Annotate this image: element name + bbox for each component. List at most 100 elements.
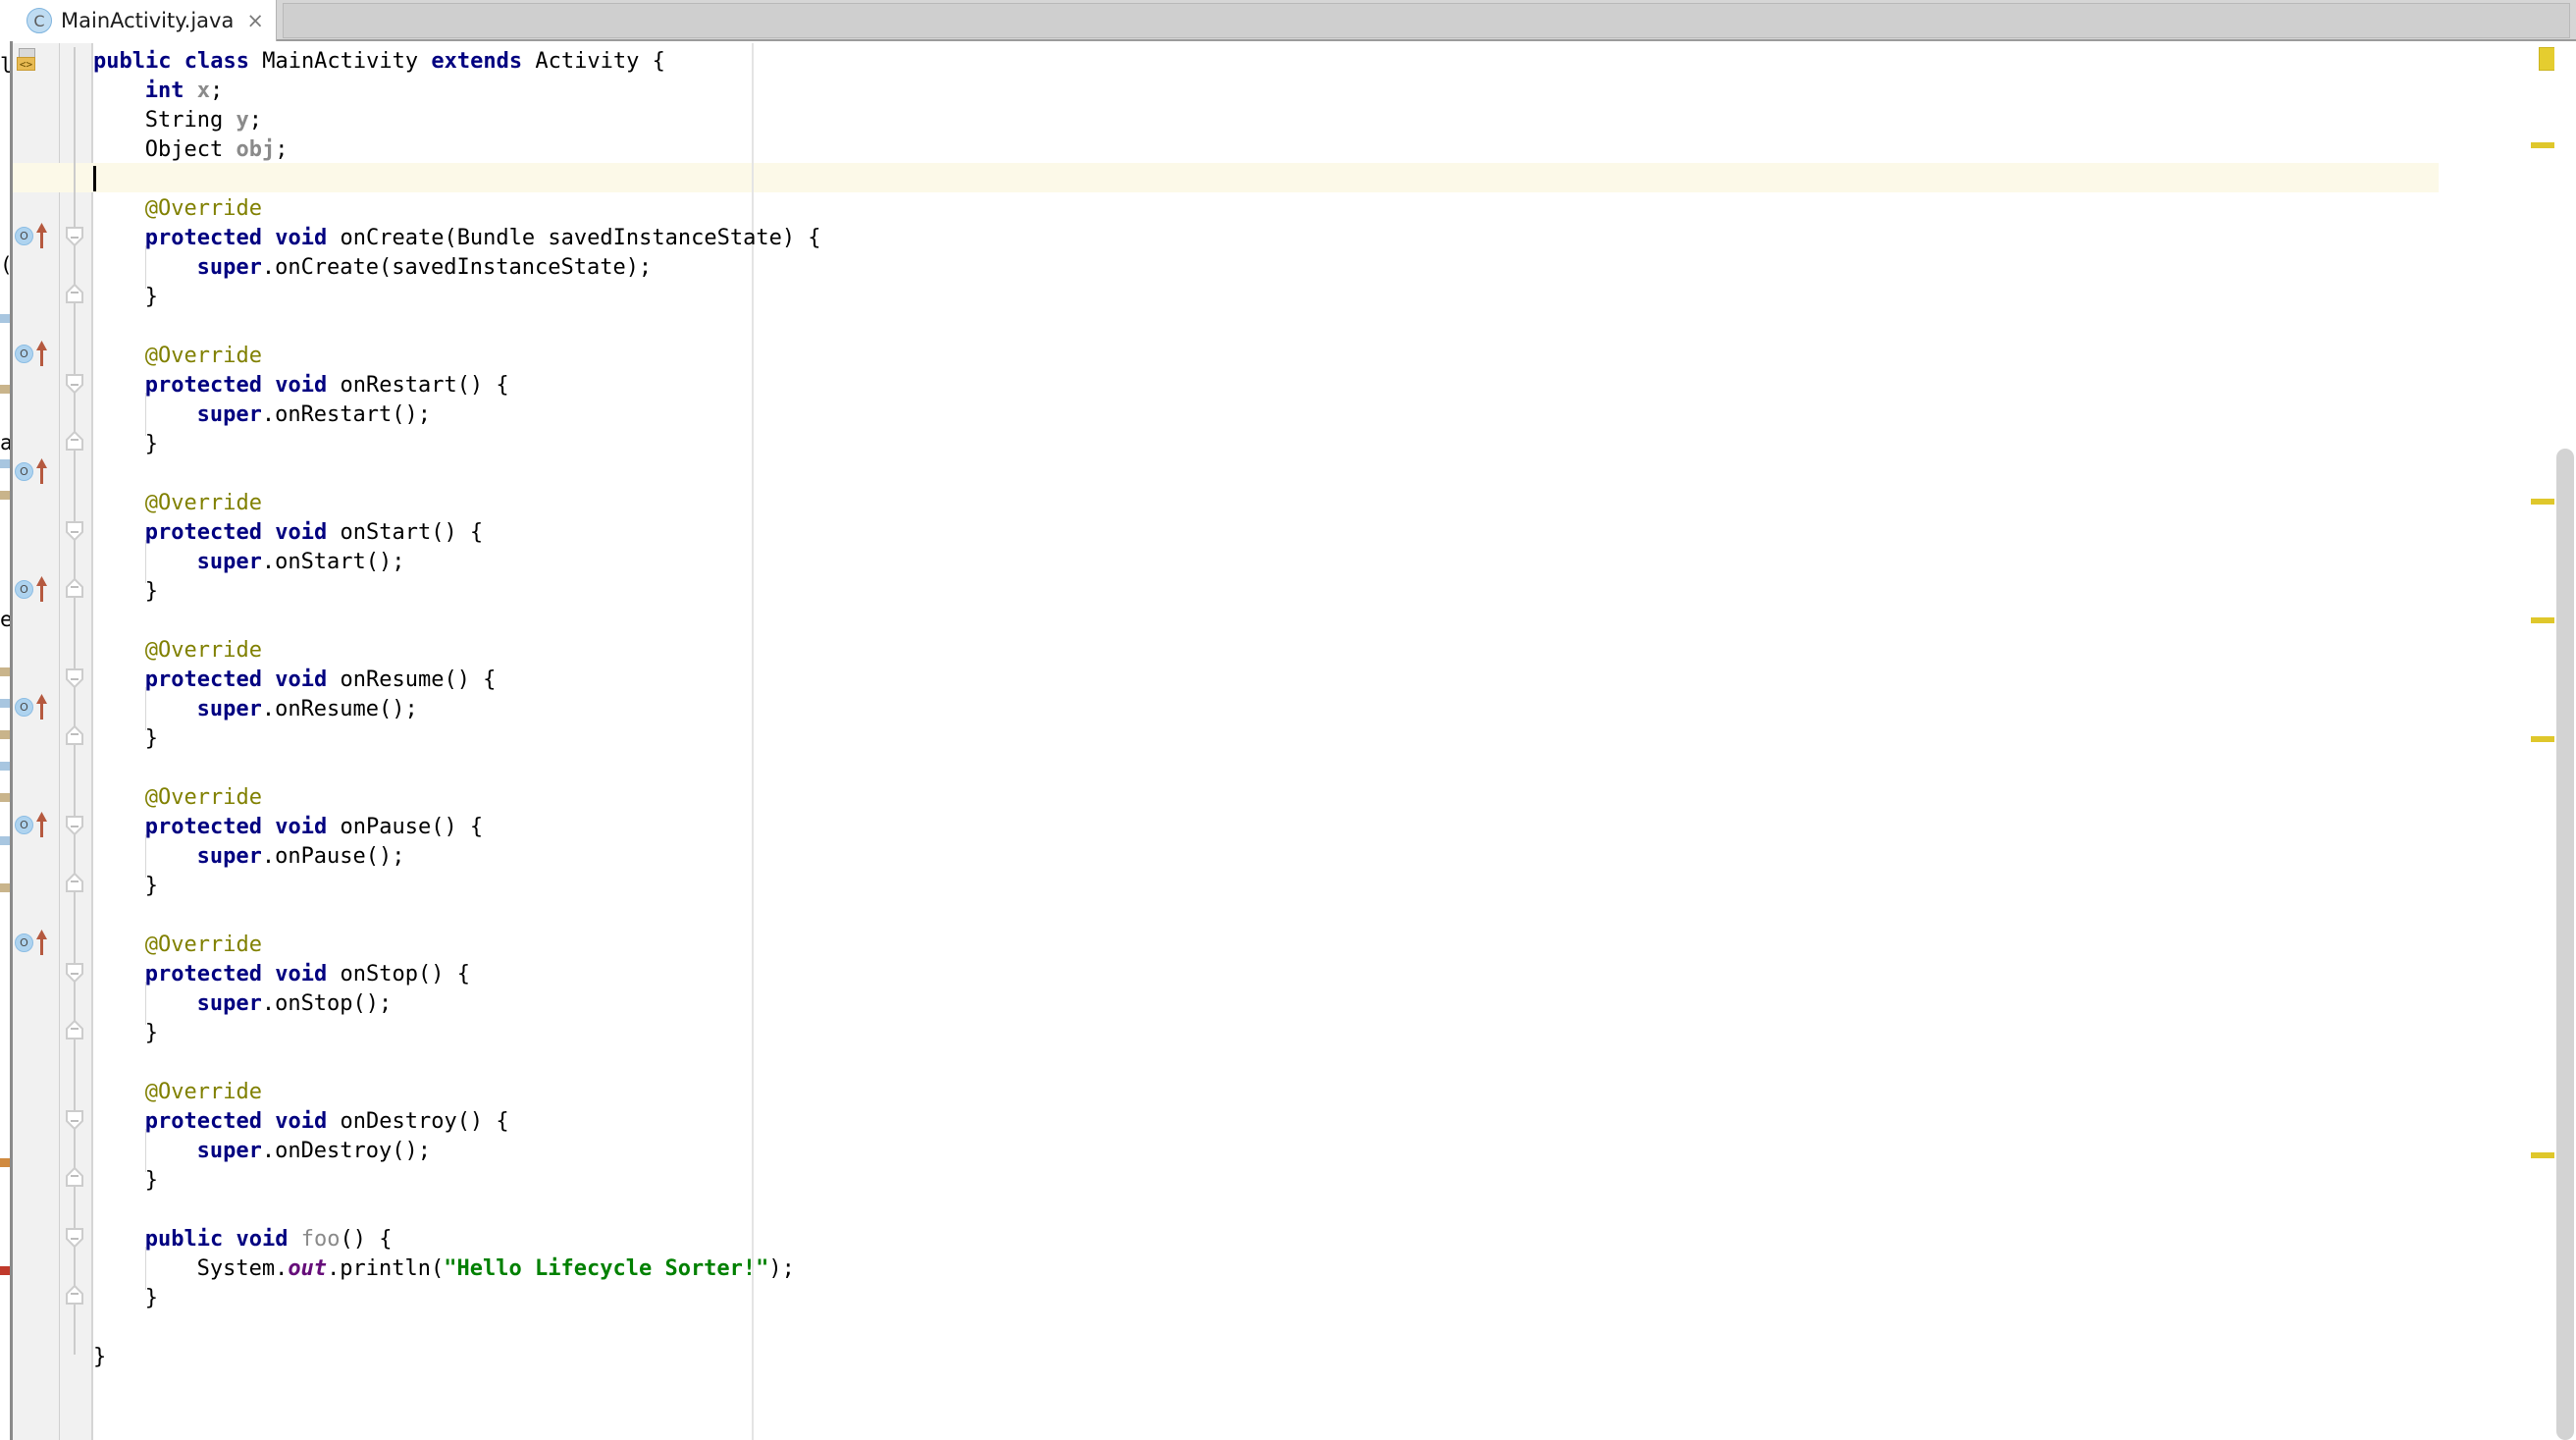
- code-token: void: [275, 373, 341, 398]
- code-token: Activity {: [535, 49, 665, 74]
- code-token: @Override: [144, 344, 263, 368]
- clipped-panel-text: (: [0, 250, 10, 280]
- code-token: System.: [196, 1256, 289, 1281]
- code-fold-close-icon[interactable]: [63, 1165, 86, 1187]
- code-token: super: [196, 550, 262, 574]
- code-editor[interactable]: <> public class MainActivity extends Act…: [13, 43, 2576, 1440]
- overriding-method-gutter-icon[interactable]: O: [15, 576, 54, 602]
- override-arrow-icon: [34, 341, 50, 370]
- code-fold-open-icon[interactable]: [63, 227, 86, 248]
- code-token: void: [275, 520, 341, 545]
- code-token: }: [144, 1168, 159, 1193]
- clipped-panel-band: [0, 491, 10, 500]
- code-text-area[interactable]: public class MainActivity extends Activi…: [13, 43, 2576, 1440]
- editor-gutter[interactable]: [13, 43, 60, 1440]
- overriding-method-gutter-icon[interactable]: O: [15, 341, 54, 366]
- code-fold-line: [74, 247, 76, 283]
- code-line: protected void onDestroy() {: [145, 1107, 509, 1137]
- code-line: }: [145, 872, 158, 901]
- code-line: }: [145, 577, 158, 607]
- code-token: @Override: [144, 196, 263, 221]
- code-line: super.onCreate(savedInstanceState);: [197, 253, 653, 283]
- clipped-panel-band: [0, 730, 10, 739]
- code-line: }: [145, 724, 158, 754]
- code-fold-line: [74, 1249, 76, 1284]
- code-fold-close-icon[interactable]: [63, 1018, 86, 1040]
- indent-guide: [144, 393, 146, 436]
- code-token: void: [275, 962, 341, 987]
- code-token: protected: [144, 520, 276, 545]
- code-fold-open-icon[interactable]: [63, 1110, 86, 1132]
- code-line: @Override: [145, 194, 262, 224]
- code-token: ;: [248, 108, 263, 133]
- indent-guide: [144, 834, 146, 878]
- code-token: }: [144, 1021, 159, 1045]
- code-token: .println(: [327, 1256, 445, 1281]
- editor-tab-bar: C MainActivity.java ×: [13, 0, 2576, 41]
- code-fold-close-icon[interactable]: [63, 576, 86, 598]
- overriding-method-gutter-icon[interactable]: O: [15, 812, 54, 837]
- code-line: System.out.println("Hello Lifecycle Sort…: [197, 1254, 795, 1284]
- overriding-method-gutter-icon[interactable]: O: [15, 458, 54, 484]
- clipped-panel-band: [0, 836, 10, 845]
- code-fold-open-icon[interactable]: [63, 963, 86, 985]
- vertical-scrollbar-track[interactable]: [2554, 43, 2576, 1440]
- code-line: @Override: [145, 931, 262, 960]
- code-fold-close-icon[interactable]: [63, 723, 86, 745]
- code-line: String y;: [145, 106, 262, 135]
- overriding-method-gutter-icon[interactable]: O: [15, 694, 54, 720]
- error-stripe-and-scrollbar[interactable]: [2439, 43, 2576, 1440]
- code-fold-close-icon[interactable]: [63, 1283, 86, 1305]
- code-line: @Override: [145, 636, 262, 666]
- override-circle-icon: O: [15, 345, 33, 363]
- code-fold-open-icon[interactable]: [63, 1228, 86, 1250]
- clipped-panel-band: [0, 385, 10, 394]
- code-token: onPause() {: [340, 815, 484, 839]
- code-line: super.onPause();: [197, 842, 405, 872]
- code-fold-close-icon[interactable]: [63, 871, 86, 892]
- code-fold-close-icon[interactable]: [63, 429, 86, 451]
- code-fold-open-icon[interactable]: [63, 668, 86, 690]
- override-circle-icon: O: [15, 816, 33, 834]
- code-token: foo: [300, 1227, 341, 1252]
- code-fold-line: [74, 689, 76, 724]
- code-line: public class MainActivity extends Activi…: [93, 47, 665, 77]
- overriding-method-gutter-icon[interactable]: O: [15, 223, 54, 248]
- code-line: @Override: [145, 1078, 262, 1107]
- code-fold-line: [74, 984, 76, 1019]
- code-token: }: [144, 432, 159, 456]
- clipped-panel-band: [0, 459, 10, 468]
- code-token: }: [144, 579, 159, 604]
- file-structure-icon[interactable]: <>: [17, 48, 38, 72]
- code-token: super: [196, 1139, 262, 1163]
- overriding-method-gutter-icon[interactable]: O: [15, 930, 54, 955]
- code-token: @Override: [144, 1080, 263, 1104]
- code-token: .onPause();: [261, 844, 405, 869]
- code-token: .onCreate(savedInstanceState);: [261, 255, 653, 280]
- indent-guide: [144, 982, 146, 1025]
- code-line: }: [145, 283, 158, 312]
- code-token: .onResume();: [261, 697, 418, 721]
- code-token: super: [196, 697, 262, 721]
- code-fold-open-icon[interactable]: [63, 374, 86, 396]
- code-fold-open-icon[interactable]: [63, 816, 86, 837]
- code-fold-close-icon[interactable]: [63, 282, 86, 303]
- clipped-panel-band: [0, 1158, 10, 1167]
- editor-tab-mainactivity[interactable]: C MainActivity.java ×: [13, 0, 277, 41]
- clipped-panel-band: [0, 883, 10, 892]
- clipped-panel-band: [0, 314, 10, 323]
- vertical-scrollbar-thumb[interactable]: [2556, 449, 2574, 1440]
- code-token: super: [196, 844, 262, 869]
- override-arrow-icon: [34, 812, 50, 841]
- code-token: protected: [144, 1109, 276, 1134]
- code-token: protected: [144, 667, 276, 692]
- code-token: protected: [144, 226, 276, 250]
- code-token: void: [275, 1109, 341, 1134]
- code-token: .onStop();: [261, 991, 393, 1016]
- code-token: void: [236, 1227, 301, 1252]
- code-line: protected void onStop() {: [145, 960, 470, 989]
- code-token: super: [196, 991, 262, 1016]
- close-icon[interactable]: ×: [246, 9, 264, 32]
- code-fold-open-icon[interactable]: [63, 521, 86, 543]
- code-line: @Override: [145, 783, 262, 813]
